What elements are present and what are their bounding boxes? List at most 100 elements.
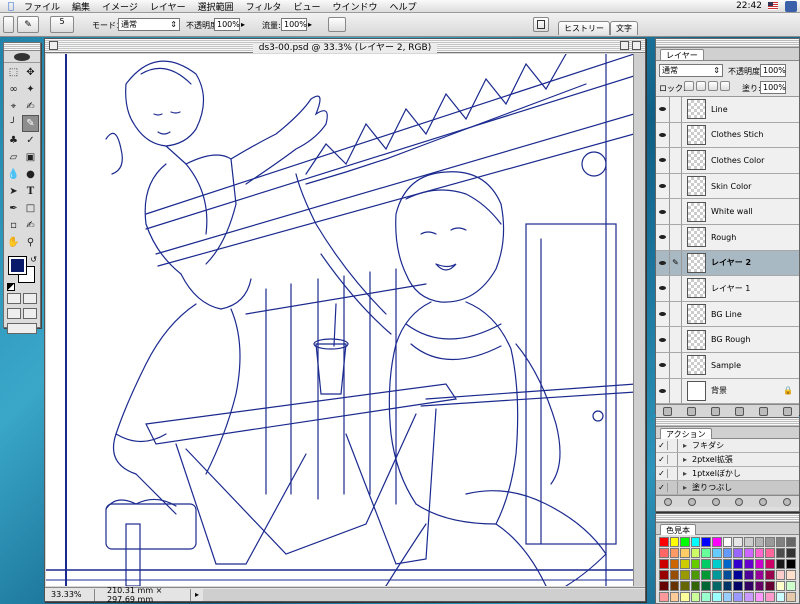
color-swatch[interactable]	[712, 537, 722, 547]
tab-character[interactable]: 文字	[610, 21, 638, 35]
actions-panel-title-bar[interactable]	[656, 418, 799, 427]
healing-brush-tool-icon[interactable]: ╯	[5, 115, 22, 132]
color-swatch[interactable]	[690, 548, 701, 558]
color-swatch[interactable]	[786, 581, 796, 591]
color-swatch[interactable]	[786, 548, 796, 558]
checkmark-icon[interactable]: ✓	[656, 469, 668, 478]
zoom-level-field[interactable]: 33.33%	[45, 588, 95, 601]
layer-row[interactable]: BG Line	[656, 301, 799, 328]
dialog-toggle[interactable]	[668, 467, 678, 480]
link-toggle[interactable]	[670, 301, 682, 327]
color-swatch[interactable]	[754, 559, 765, 569]
color-swatch[interactable]	[775, 570, 786, 580]
move-tool-icon[interactable]: ✥	[22, 64, 39, 81]
zoom-box-icon[interactable]	[620, 41, 629, 50]
zoom-tool-icon[interactable]: ⚲	[22, 234, 39, 251]
standard-screen-button[interactable]	[7, 308, 21, 319]
color-swatch[interactable]	[743, 570, 754, 580]
color-swatch[interactable]	[765, 592, 775, 602]
standard-mode-button[interactable]	[7, 293, 21, 304]
color-swatch[interactable]	[722, 559, 733, 569]
application-icon[interactable]	[785, 1, 797, 12]
layers-panel-title-bar[interactable]	[656, 39, 799, 48]
lock-position-icon[interactable]	[708, 81, 718, 91]
blend-mode-select[interactable]: 通常 ⇕	[659, 64, 723, 77]
menu-filter[interactable]: フィルタ	[240, 0, 288, 13]
full-screen-menu-button[interactable]	[23, 308, 37, 319]
link-toggle[interactable]	[670, 122, 682, 148]
trash-icon[interactable]	[782, 407, 792, 417]
color-swatch[interactable]	[775, 537, 786, 547]
expand-arrow-icon[interactable]: ▸	[678, 483, 692, 492]
canvas[interactable]	[46, 54, 634, 586]
notes-tool-icon[interactable]: ▫	[5, 217, 22, 234]
color-swatch[interactable]	[690, 570, 701, 580]
imageready-icon[interactable]	[7, 323, 37, 334]
color-swatch[interactable]	[680, 537, 690, 547]
tab-layers[interactable]: レイヤー	[660, 49, 704, 60]
action-row[interactable]: ✓ ▸ フキダシ	[656, 439, 799, 453]
color-swatch[interactable]	[733, 592, 743, 602]
color-swatch[interactable]	[754, 581, 765, 591]
color-swatch[interactable]	[659, 548, 669, 558]
dialog-toggle[interactable]	[668, 439, 678, 452]
menu-help[interactable]: ヘルプ	[383, 0, 422, 13]
color-swatch[interactable]	[712, 581, 722, 591]
color-swatch[interactable]	[786, 559, 796, 569]
gradient-tool-icon[interactable]: ▣	[22, 149, 39, 166]
color-swatch[interactable]	[669, 570, 680, 580]
opacity-input[interactable]: 100%	[214, 18, 240, 31]
brush-picker[interactable]: 5	[50, 16, 74, 33]
layer-row[interactable]: Rough	[656, 224, 799, 251]
new-set-icon[interactable]	[735, 497, 744, 506]
color-swatch[interactable]	[659, 559, 669, 569]
tab-swatches[interactable]: 色見本	[660, 524, 696, 535]
layer-style-icon[interactable]	[663, 407, 673, 417]
horizontal-scrollbar[interactable]	[203, 588, 645, 601]
document-info[interactable]: 210.31 mm × 297.69 mm	[101, 586, 191, 604]
shape-tool-icon[interactable]: □	[22, 200, 39, 217]
eyedropper-tool-icon[interactable]: ✍	[22, 217, 39, 234]
new-action-icon[interactable]	[759, 497, 768, 506]
color-swatch[interactable]	[765, 559, 775, 569]
checkmark-icon[interactable]: ✓	[656, 441, 668, 450]
color-swatch[interactable]	[680, 570, 690, 580]
link-toggle[interactable]	[670, 148, 682, 173]
color-swatch[interactable]	[669, 592, 680, 602]
menu-edit[interactable]: 編集	[66, 0, 96, 13]
action-row[interactable]: ✓ ▸ 塗りつぶし	[656, 481, 799, 495]
eraser-tool-icon[interactable]: ▱	[5, 149, 22, 166]
fill-input[interactable]: 100%	[760, 81, 786, 94]
options-grip[interactable]	[3, 16, 14, 33]
swap-colors-icon[interactable]: ↺	[30, 255, 37, 264]
foreground-color[interactable]	[8, 256, 27, 275]
color-swatch[interactable]	[765, 548, 775, 558]
color-swatch[interactable]	[712, 548, 722, 558]
marquee-tool-icon[interactable]: ⬚	[5, 64, 22, 81]
color-swatch[interactable]	[659, 570, 669, 580]
color-swatch[interactable]	[786, 537, 796, 547]
color-swatch[interactable]	[733, 537, 743, 547]
color-swatch[interactable]	[733, 570, 743, 580]
checkmark-icon[interactable]: ✓	[656, 455, 668, 464]
lock-all-icon[interactable]	[720, 81, 730, 91]
color-swatch[interactable]	[669, 548, 680, 558]
color-swatch[interactable]	[775, 581, 786, 591]
menu-image[interactable]: イメージ	[96, 0, 144, 13]
slice-tool-icon[interactable]: ✍	[22, 98, 39, 115]
dialog-toggle[interactable]	[668, 481, 678, 494]
type-tool-icon[interactable]: T	[22, 183, 39, 200]
color-swatch[interactable]	[712, 570, 722, 580]
layer-row[interactable]: Skin Color	[656, 173, 799, 200]
color-swatch[interactable]	[712, 559, 722, 569]
color-swatch[interactable]	[775, 592, 786, 602]
color-swatch[interactable]	[659, 581, 669, 591]
menu-view[interactable]: ビュー	[287, 0, 326, 13]
color-swatch[interactable]	[743, 581, 754, 591]
document-title-bar[interactable]: ds3-00.psd @ 33.3% (レイヤー 2, RGB)	[45, 39, 645, 53]
close-box-icon[interactable]	[49, 41, 58, 50]
menu-layer[interactable]: レイヤー	[144, 0, 192, 13]
layer-row[interactable]: Clothes Color	[656, 148, 799, 174]
visibility-eye-icon[interactable]	[656, 301, 670, 327]
menu-window[interactable]: ウインドウ	[326, 0, 383, 13]
